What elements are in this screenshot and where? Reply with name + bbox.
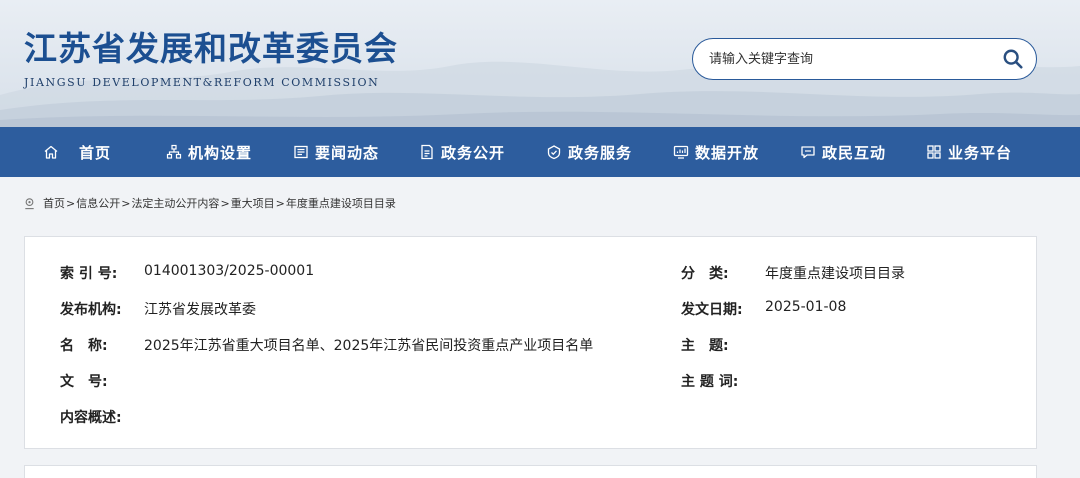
search-icon[interactable] [1002,48,1024,70]
breadcrumb-home[interactable]: 首页 [43,195,65,211]
nav-label: 要闻动态 [315,143,380,162]
index-value: 014001303/2025-00001 [144,263,315,279]
nav-item-news[interactable]: 要闻动态 [293,127,379,177]
date-value: 2025-01-08 [765,299,847,315]
nav-label: 首页 [79,143,112,162]
info-row-category: 分 类: 年度重点建设项目目录 [681,263,905,283]
category-value: 年度重点建设项目目录 [765,266,905,282]
info-row-index: 索 引 号: 014001303/2025-00001 [60,263,314,283]
nav-item-home[interactable]: 首页 [43,127,111,177]
nav-item-open-data[interactable]: 数据开放 [673,127,759,177]
nav-label: 数据开放 [695,143,760,162]
home-icon [44,145,58,159]
breadcrumb-current[interactable]: 年度重点建设项目目录 [286,195,396,211]
nav-label: 业务平台 [948,143,1013,162]
data-icon [673,145,689,159]
content-card [24,465,1037,478]
breadcrumb-major-projects[interactable]: 重大项目 [231,195,275,211]
nav-item-interaction[interactable]: 政民互动 [800,127,886,177]
info-row-keywords: 主 题 词: [681,371,765,391]
main-nav: 首页 机构设置 要闻动态 政务公开 政务服务 数据开放 政民互动 业务平台 [0,127,1080,177]
doc-number-label: 文 号: [60,374,108,390]
nav-label: 政务公开 [441,143,506,162]
document-info-card: 索 引 号: 014001303/2025-00001 分 类: 年度重点建设项… [24,236,1037,449]
keywords-label: 主 题 词: [681,374,739,390]
chat-icon [801,146,815,159]
location-icon [25,197,34,209]
info-row-date: 发文日期: 2025-01-08 [681,299,846,319]
info-row-publisher: 发布机构: 江苏省发展改革委 [60,299,256,319]
date-label: 发文日期: [681,302,743,318]
breadcrumb-statutory-content[interactable]: 法定主动公开内容 [131,195,219,211]
info-row-doc-number: 文 号: [60,371,144,391]
summary-label: 内容概述: [60,410,122,426]
name-value: 2025年江苏省重大项目名单、2025年江苏省民间投资重点产业项目名单 [144,338,594,354]
site-title[interactable]: 江苏省发展和改革委员会 [24,22,398,70]
subject-label: 主 题: [681,338,729,354]
nav-item-public-affairs[interactable]: 政务公开 [419,127,505,177]
nav-label: 政民互动 [822,143,887,162]
nav-label: 政务服务 [568,143,633,162]
breadcrumb-info-public[interactable]: 信息公开 [76,195,120,211]
site-header: 江苏省发展和改革委员会 JIANGSU DEVELOPMENT&REFORM C… [0,0,1080,127]
org-chart-icon [166,144,182,159]
nav-label: 机构设置 [188,143,253,162]
info-row-subject: 主 题: [681,335,765,355]
category-label: 分 类: [681,266,729,282]
publisher-label: 发布机构: [60,302,122,318]
index-label: 索 引 号: [60,266,118,282]
document-icon [421,144,433,160]
search-box [692,38,1037,80]
news-icon [294,145,308,159]
nav-item-services[interactable]: 政务服务 [546,127,632,177]
site-subtitle: JIANGSU DEVELOPMENT&REFORM COMMISSION [24,76,380,89]
search-input[interactable] [709,48,979,70]
nav-item-organization[interactable]: 机构设置 [166,127,252,177]
publisher-value: 江苏省发展改革委 [144,302,256,318]
nav-item-business-platform[interactable]: 业务平台 [926,127,1012,177]
grid-icon [927,145,941,159]
name-label: 名 称: [60,338,108,354]
info-row-name: 名 称: 2025年江苏省重大项目名单、2025年江苏省民间投资重点产业项目名单 [60,335,593,355]
info-row-summary: 内容概述: [60,407,144,427]
breadcrumb: 首页 > 信息公开 > 法定主动公开内容 > 重大项目 > 年度重点建设项目目录 [23,193,396,213]
service-icon [547,145,561,160]
